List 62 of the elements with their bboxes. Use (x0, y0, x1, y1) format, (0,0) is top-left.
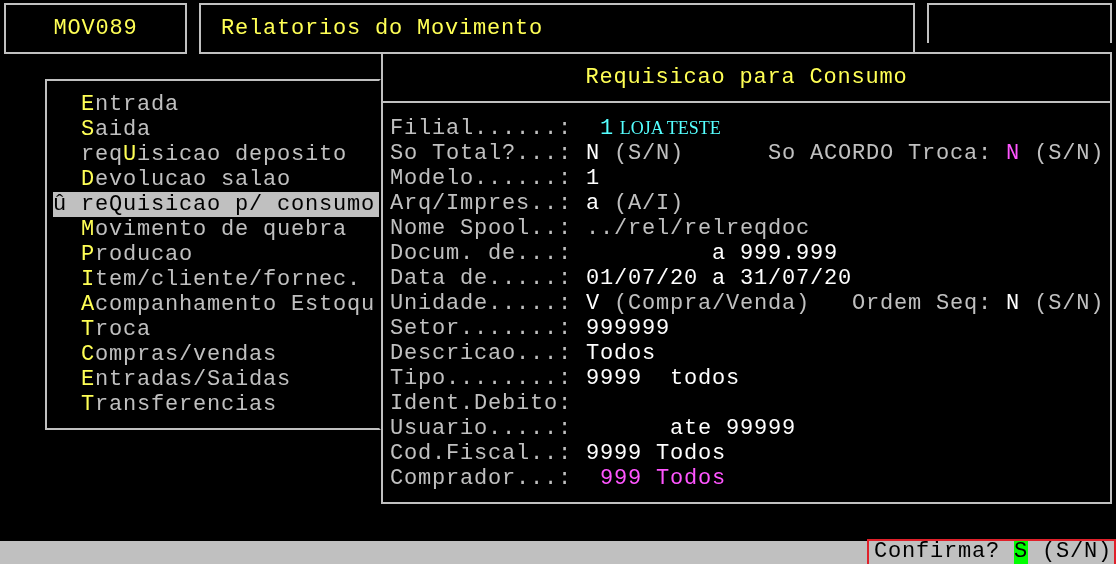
menu-item[interactable]: Troca (81, 317, 152, 342)
menu-item[interactable]: reqUisicao deposito (81, 142, 348, 167)
field-label: Cod.Fiscal..: (390, 441, 573, 466)
menu-item[interactable]: Compras/vendas (81, 342, 278, 367)
field-value: 999999 (586, 316, 671, 341)
field-label: Data de.....: (390, 266, 573, 291)
field-value: (S/N) (1034, 141, 1105, 166)
menu-item[interactable]: Entradas/Saidas (81, 367, 292, 392)
menu-item-label: reQuisicao p/ consumo (81, 192, 376, 217)
program-code: MOV089 (53, 16, 138, 41)
menu-item[interactable]: Transferencias (81, 392, 278, 417)
menu-item[interactable]: Saida (81, 117, 152, 142)
field-value: 9999 (586, 366, 643, 391)
field-value: (A/I) (614, 191, 685, 216)
field-value: N (586, 141, 601, 166)
field-value: LOJA TESTE (619, 117, 721, 140)
field-value: 9999 Todos (586, 441, 727, 466)
field-value: (Compra/Venda) (614, 291, 811, 316)
prompt-label: Confirma? (873, 541, 1000, 564)
menu-item[interactable]: I tem/cliente/fornec. (81, 267, 362, 292)
field-label: Modelo......: (390, 166, 573, 191)
field-value: V (586, 291, 601, 316)
field-value: (S/N) (1034, 291, 1105, 316)
field-label: Comprador...: (390, 466, 573, 491)
menu-item[interactable]: Entrada (81, 92, 180, 117)
field-label: Filial......: (390, 116, 573, 141)
field-value: N (1006, 291, 1021, 316)
menu-item[interactable]: Acompanhamento Estoqu (81, 292, 376, 317)
field-value: N (1006, 141, 1021, 166)
field-value: 1 (586, 166, 601, 191)
field-value: (S/N) (614, 141, 685, 166)
form-title: Requisicao para Consumo (585, 65, 908, 90)
field-value: a 999.999 (712, 241, 839, 266)
field-value: So ACORDO Troca: (768, 141, 993, 166)
field-label: Arq/Impres..: (390, 191, 573, 216)
field-value: 1 (600, 116, 615, 141)
field-label: Usuario.....: (390, 416, 573, 441)
field-label: Ident.Debito: (390, 391, 573, 416)
answer-hint: (S/N) (1042, 541, 1112, 564)
menu-item[interactable]: Devolucao salao (81, 167, 292, 192)
field-label: Nome Spool..: (390, 216, 573, 241)
field-value: Ordem Seq: (852, 291, 993, 316)
field-value: ate 99999 (670, 416, 797, 441)
field-label: Descricao...: (390, 341, 573, 366)
field-value: 999 (600, 466, 643, 491)
menu-item[interactable]: û reQuisicao p/ consumo (53, 192, 379, 217)
field-label: Setor.......: (390, 316, 573, 341)
menu-item[interactable]: Producao (81, 242, 194, 267)
field-value: todos (670, 366, 741, 391)
field-value: Todos (656, 466, 727, 491)
field-label: Docum. de...: (390, 241, 573, 266)
field-value: a (586, 191, 601, 216)
screen-title: Relatorios do Movimento (221, 16, 544, 41)
answer-field[interactable]: S (1013, 541, 1028, 564)
field-label: Unidade.....: (390, 291, 573, 316)
field-value: ../rel/relreqdoc (586, 216, 811, 241)
cursor-mark: û (53, 192, 68, 217)
menu-item[interactable]: Movimento de quebra (81, 217, 348, 242)
field-label: Tipo........: (390, 366, 573, 391)
field-value: Todos (586, 341, 657, 366)
field-value: 01/07/20 a 31/07/20 (586, 266, 853, 291)
field-label: So Total?...: (390, 141, 573, 166)
